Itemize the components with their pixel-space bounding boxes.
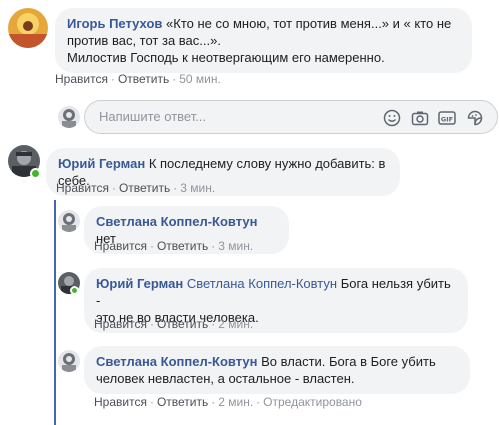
- avatar[interactable]: [8, 8, 48, 48]
- timestamp[interactable]: 3 мин.: [180, 181, 215, 195]
- reply-link[interactable]: Ответить: [118, 72, 169, 86]
- emoji-icon[interactable]: [383, 109, 401, 127]
- comment-actions: Нравится · Ответить · 2 мин. · Отредактировано: [94, 395, 362, 409]
- reply-link[interactable]: Ответить: [119, 181, 170, 195]
- sticker-icon[interactable]: [466, 109, 484, 127]
- comment-actions: Нравится · Ответить · 2 мин.: [94, 317, 254, 331]
- reply-link[interactable]: Ответить: [157, 317, 208, 331]
- avatar[interactable]: [58, 350, 80, 372]
- comment-bubble: Игорь Петухов «Кто не со мною, тот проти…: [55, 8, 472, 73]
- comment-author[interactable]: Светлана Коппел-Ковтун: [96, 354, 258, 369]
- like-link[interactable]: Нравится: [56, 181, 109, 195]
- comment-actions: Нравится · Ответить · 3 мин.: [56, 181, 216, 195]
- comment-actions: Нравится · Ответить · 3 мин.: [94, 239, 254, 253]
- like-link[interactable]: Нравится: [94, 317, 147, 331]
- comment-author[interactable]: Юрий Герман: [58, 156, 145, 171]
- comment-text: человек невластен, а остальное - властен…: [96, 371, 355, 386]
- online-status-icon: [30, 168, 41, 179]
- online-status-icon: [70, 286, 79, 295]
- reply-bubble: Светлана Коппел-Ковтун Во власти. Бога в…: [84, 346, 470, 394]
- reply-link[interactable]: Ответить: [157, 395, 208, 409]
- comment-text: Милостив Господь к неотвергающим его нам…: [67, 50, 385, 65]
- comment-author[interactable]: Игорь Петухов: [67, 16, 162, 31]
- timestamp[interactable]: 3 мин.: [218, 239, 253, 253]
- like-link[interactable]: Нравится: [94, 395, 147, 409]
- camera-icon[interactable]: [411, 109, 429, 127]
- reply-link[interactable]: Ответить: [157, 239, 208, 253]
- mention-link[interactable]: Светлана Коппел-Ковтун: [187, 276, 337, 291]
- svg-text:GIF: GIF: [441, 115, 453, 123]
- comment-author[interactable]: Юрий Герман: [96, 276, 183, 291]
- timestamp[interactable]: 50 мин.: [179, 72, 221, 86]
- reply-composer[interactable]: GIF: [84, 100, 498, 134]
- timestamp[interactable]: 2 мин.: [218, 395, 253, 409]
- reply-thread-line: [54, 200, 56, 425]
- like-link[interactable]: Нравится: [94, 239, 147, 253]
- like-link[interactable]: Нравится: [55, 72, 108, 86]
- comment-actions: Нравится · Ответить · 50 мин.: [55, 72, 221, 86]
- avatar: [58, 106, 80, 128]
- gif-icon[interactable]: GIF: [438, 109, 456, 127]
- avatar[interactable]: [58, 210, 80, 232]
- timestamp[interactable]: 2 мин.: [218, 317, 253, 331]
- reply-input[interactable]: [99, 109, 379, 124]
- comment-author[interactable]: Светлана Коппел-Ковтун: [96, 214, 258, 229]
- edited-label[interactable]: Отредактировано: [263, 395, 362, 409]
- comment-text: Во власти. Бога в Боге убить: [261, 354, 436, 369]
